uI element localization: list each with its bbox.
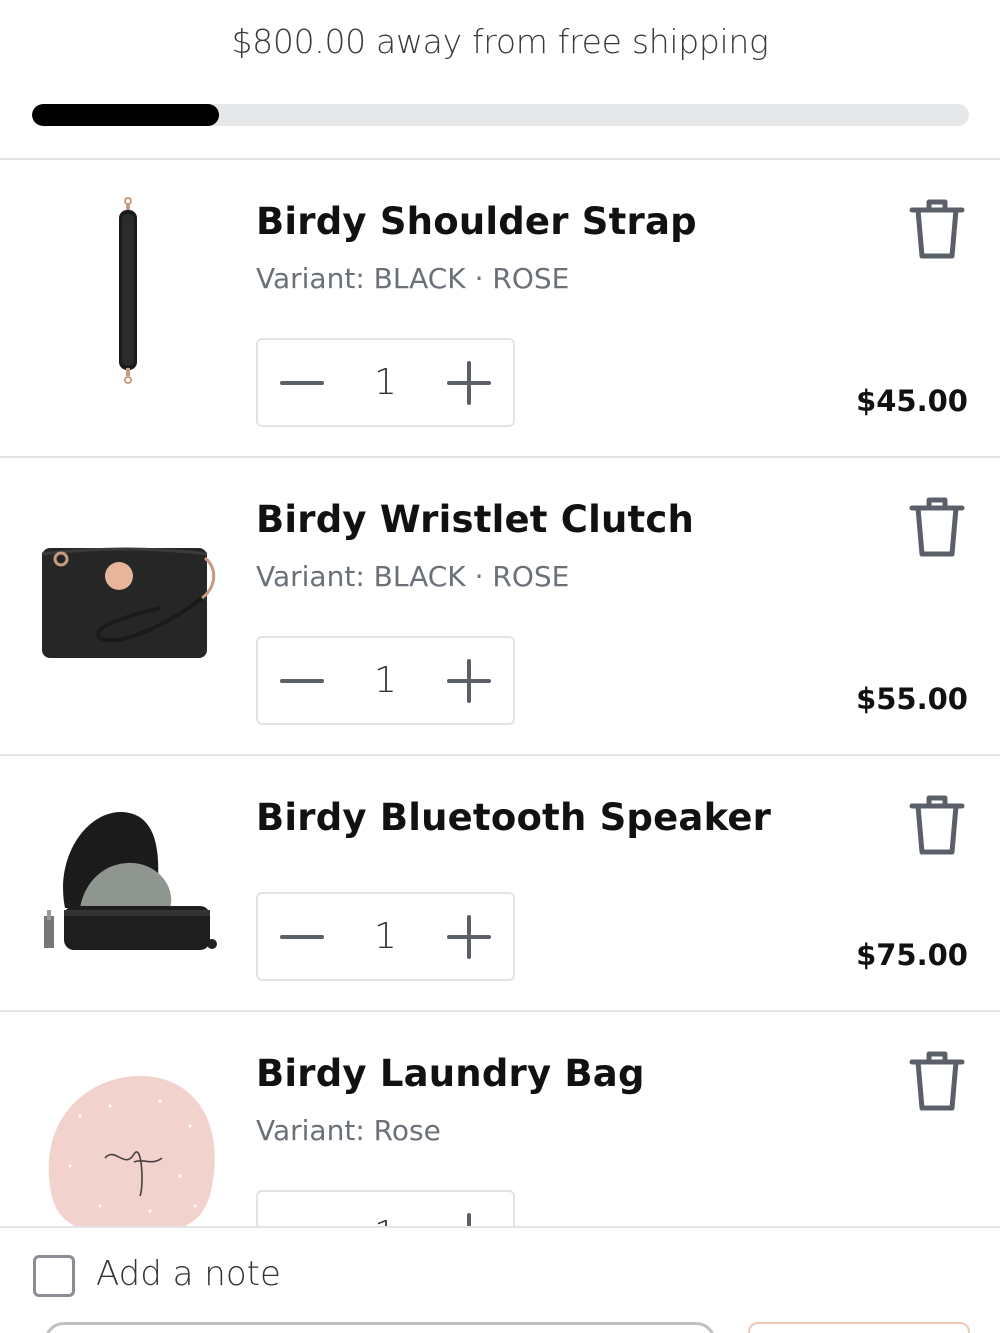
- trash-icon: [909, 795, 965, 855]
- cart-item: Birdy Wristlet Clutch Variant: BLACK · R…: [0, 456, 1000, 756]
- free-shipping-progress-bar: [32, 104, 969, 126]
- item-price: $45.00: [856, 384, 968, 418]
- item-variant: Variant: BLACK · ROSE: [256, 560, 570, 593]
- quantity-stepper: 1: [256, 636, 515, 725]
- trash-icon: [909, 1051, 965, 1111]
- increase-quantity-button[interactable]: [425, 1192, 513, 1228]
- quantity-value[interactable]: 1: [346, 1192, 425, 1228]
- cart-item-list: Birdy Shoulder Strap Variant: BLACK · RO…: [0, 158, 1000, 1228]
- cart-item: Birdy Shoulder Strap Variant: BLACK · RO…: [0, 158, 1000, 458]
- wristlet-clutch-image[interactable]: [30, 488, 230, 688]
- plus-icon: [447, 658, 491, 703]
- plus-icon: [447, 914, 491, 959]
- add-note-label[interactable]: Add a note: [96, 1254, 281, 1294]
- item-title[interactable]: Birdy Bluetooth Speaker: [256, 796, 771, 839]
- increase-quantity-button[interactable]: [425, 894, 513, 979]
- footer-action-button[interactable]: [748, 1322, 970, 1333]
- quantity-stepper: 1: [256, 1190, 515, 1228]
- decrease-quantity-button[interactable]: [258, 1192, 346, 1228]
- increase-quantity-button[interactable]: [425, 638, 513, 723]
- item-title[interactable]: Birdy Laundry Bag: [256, 1052, 645, 1095]
- cart-item: Birdy Bluetooth Speaker 1 $75.00: [0, 754, 1000, 1012]
- add-note-checkbox[interactable]: [33, 1255, 75, 1297]
- remove-item-button[interactable]: [906, 792, 968, 858]
- quantity-stepper: 1: [256, 892, 515, 981]
- item-price: $55.00: [856, 682, 968, 716]
- plus-icon: [447, 360, 491, 405]
- item-title[interactable]: Birdy Shoulder Strap: [256, 200, 697, 243]
- free-shipping-progress-fill: [32, 104, 220, 126]
- shoulder-strap-image[interactable]: [30, 190, 230, 390]
- minus-icon: [280, 934, 324, 939]
- remove-item-button[interactable]: [906, 1048, 968, 1114]
- remove-item-button[interactable]: [906, 494, 968, 560]
- decrease-quantity-button[interactable]: [258, 894, 346, 979]
- bluetooth-speaker-image[interactable]: [30, 798, 230, 998]
- trash-icon: [909, 497, 965, 557]
- item-variant: Variant: Rose: [256, 1114, 441, 1147]
- quantity-value[interactable]: 1: [346, 894, 425, 979]
- free-shipping-message: $800.00 away from free shipping: [231, 22, 769, 61]
- free-shipping-banner: $800.00 away from free shipping: [0, 0, 1000, 160]
- quantity-value[interactable]: 1: [346, 638, 425, 723]
- laundry-bag-image[interactable]: [30, 1046, 230, 1228]
- item-variant: Variant: BLACK · ROSE: [256, 262, 570, 295]
- cart-item: Birdy Laundry Bag Variant: Rose 1: [0, 1010, 1000, 1228]
- item-price: $75.00: [856, 938, 968, 972]
- footer-pill-field[interactable]: [44, 1322, 716, 1333]
- decrease-quantity-button[interactable]: [258, 638, 346, 723]
- minus-icon: [280, 678, 324, 683]
- quantity-value[interactable]: 1: [346, 340, 425, 425]
- decrease-quantity-button[interactable]: [258, 340, 346, 425]
- item-title[interactable]: Birdy Wristlet Clutch: [256, 498, 694, 541]
- quantity-stepper: 1: [256, 338, 515, 427]
- minus-icon: [280, 380, 324, 385]
- cart-footer: Add a note: [0, 1226, 1000, 1333]
- trash-icon: [909, 199, 965, 259]
- increase-quantity-button[interactable]: [425, 340, 513, 425]
- remove-item-button[interactable]: [906, 196, 968, 262]
